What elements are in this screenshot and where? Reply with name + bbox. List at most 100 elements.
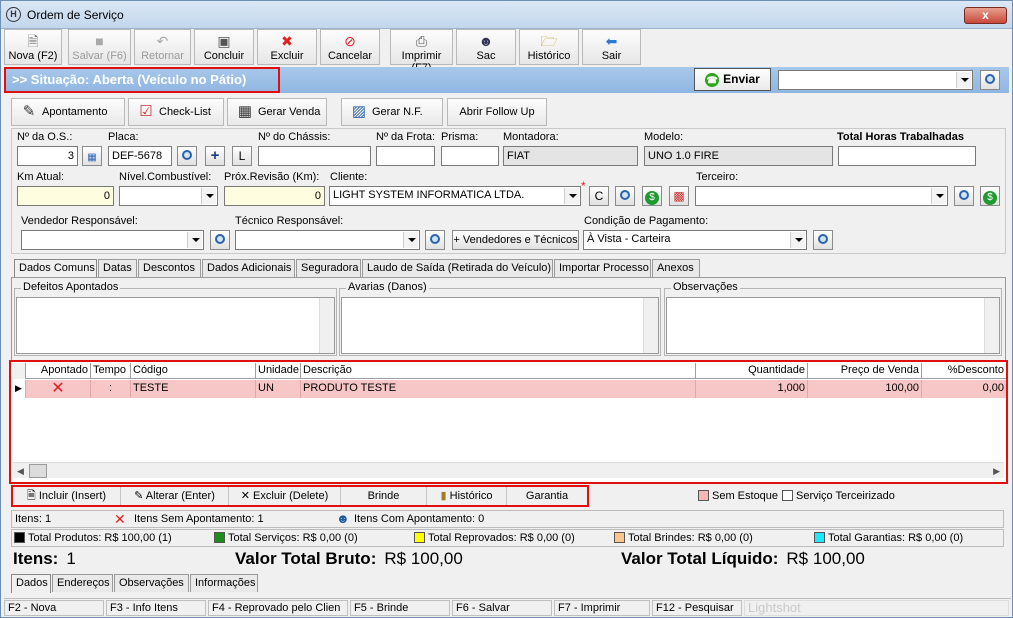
scroll-right-icon[interactable]: ▶ bbox=[993, 466, 1000, 477]
col-preco[interactable]: Preço de Venda bbox=[808, 363, 922, 379]
apontamento-button[interactable]: ✎ Apontamento bbox=[11, 98, 125, 126]
user-icon: ☻ bbox=[336, 511, 350, 526]
technician-search-button[interactable] bbox=[425, 230, 445, 250]
tab-importar-processo[interactable]: Importar Processo bbox=[554, 259, 651, 277]
generate-nf-button[interactable]: ▨ Gerar N.F. bbox=[341, 98, 443, 126]
client-select[interactable]: LIGHT SYSTEM INFORMATICA LTDA. bbox=[329, 186, 581, 206]
tab-datas[interactable]: Datas bbox=[98, 259, 137, 277]
title-bar: H Ordem de Serviço x bbox=[1, 1, 1012, 29]
tab-informacoes[interactable]: Informações bbox=[190, 574, 258, 592]
fuel-select[interactable] bbox=[119, 186, 218, 206]
exit-button[interactable]: ⬅ Sair bbox=[582, 29, 641, 65]
col-desconto[interactable]: %Desconto bbox=[922, 363, 1006, 379]
col-quantidade[interactable]: Quantidade bbox=[696, 363, 808, 379]
os-lookup-button[interactable]: ▦ bbox=[82, 146, 102, 166]
plate-search-button[interactable] bbox=[177, 146, 197, 166]
damage-memo[interactable] bbox=[341, 297, 659, 354]
col-descricao[interactable]: Descrição bbox=[301, 363, 696, 379]
payment-search-button[interactable] bbox=[813, 230, 833, 250]
conclude-button[interactable]: ▣ Concluir bbox=[194, 29, 254, 65]
km-field[interactable]: 0 bbox=[17, 186, 114, 206]
next-revision-field[interactable]: 0 bbox=[224, 186, 325, 206]
col-unidade[interactable]: Unidade bbox=[256, 363, 301, 379]
tab-anexos[interactable]: Anexos bbox=[652, 259, 700, 277]
col-tempo[interactable]: Tempo bbox=[91, 363, 131, 379]
hours-field[interactable] bbox=[838, 146, 976, 166]
seller-search-button[interactable] bbox=[210, 230, 230, 250]
print-button[interactable]: ⎙Imprimir (F7) bbox=[390, 29, 453, 74]
include-button[interactable]: 🗎 Incluir (Insert) bbox=[13, 487, 121, 505]
client-dollar-button[interactable]: $ bbox=[642, 186, 662, 206]
tab-laudo-saida[interactable]: Laudo de Saída (Retirada do Veículo) bbox=[362, 259, 553, 277]
col-codigo[interactable]: Código bbox=[131, 363, 256, 379]
car-icon: ▩ bbox=[673, 189, 685, 203]
fleet-field[interactable] bbox=[376, 146, 435, 166]
delete-button[interactable]: ✖ Excluir bbox=[257, 29, 317, 65]
search-icon bbox=[959, 190, 969, 200]
warranty-button[interactable]: Garantia bbox=[507, 487, 587, 505]
chevron-down-icon bbox=[931, 188, 946, 204]
client-vehicle-button[interactable]: ▩ bbox=[669, 186, 689, 206]
payment-select[interactable]: À Vista - Carteira bbox=[583, 230, 807, 250]
edit-icon: ✎ bbox=[134, 490, 146, 502]
scrollbar[interactable] bbox=[643, 298, 658, 353]
l-button[interactable]: L bbox=[232, 146, 252, 166]
gift-button[interactable]: Brinde bbox=[341, 487, 427, 505]
cancel-button[interactable]: ⊘ Cancelar bbox=[320, 29, 380, 65]
seller-select[interactable] bbox=[21, 230, 204, 250]
follow-up-button[interactable]: Abrir Follow Up bbox=[447, 98, 547, 126]
close-window-button[interactable]: x bbox=[964, 7, 1007, 24]
scroll-thumb[interactable] bbox=[29, 464, 47, 478]
chassis-field[interactable] bbox=[258, 146, 371, 166]
tab-observacoes[interactable]: Observações bbox=[114, 574, 189, 592]
payment-label: Condição de Pagamento: bbox=[584, 215, 709, 227]
item-history-button[interactable]: ▮ Histórico bbox=[427, 487, 507, 505]
delete-item-button[interactable]: ✕ Excluir (Delete) bbox=[229, 487, 341, 505]
scrollbar[interactable] bbox=[319, 298, 334, 353]
client-c-button[interactable]: C bbox=[589, 186, 609, 206]
return-button[interactable]: ↶ Retornar bbox=[134, 29, 191, 65]
items-grid: Apontado Tempo Código Unidade Descrição … bbox=[9, 360, 1008, 484]
sac-button[interactable]: ☻ Sac bbox=[456, 29, 516, 65]
scrollbar[interactable] bbox=[984, 298, 999, 353]
edit-button[interactable]: ✎ Alterar (Enter) bbox=[121, 487, 229, 505]
prism-field[interactable] bbox=[441, 146, 499, 166]
history-button[interactable]: 🗁 Histórico bbox=[519, 29, 579, 65]
sellers-technicians-button[interactable]: + Vendedores e Técnicos bbox=[452, 230, 579, 250]
tab-enderecos[interactable]: Endereços bbox=[52, 574, 113, 592]
tab-seguradora[interactable]: Seguradora bbox=[296, 259, 361, 277]
send-target-select[interactable] bbox=[778, 70, 973, 90]
save-button[interactable]: ■ Salvar (F6) bbox=[68, 29, 131, 65]
manufacturer-label: Montadora: bbox=[503, 131, 559, 143]
third-party-search-button[interactable] bbox=[954, 186, 974, 206]
client-search-button[interactable] bbox=[615, 186, 635, 206]
generate-sale-button[interactable]: ▦ Gerar Venda bbox=[227, 98, 327, 126]
new-button[interactable]: 🗎 Nova (F2) bbox=[4, 29, 62, 65]
scroll-left-icon[interactable]: ◀ bbox=[17, 466, 24, 477]
checklist-button[interactable]: ☑ Check-List bbox=[128, 98, 224, 126]
tab-dados-comuns[interactable]: Dados Comuns bbox=[14, 259, 97, 278]
send-search-button[interactable] bbox=[980, 70, 1000, 90]
technician-select[interactable] bbox=[235, 230, 420, 250]
send-whatsapp-button[interactable]: ☎ Enviar bbox=[694, 68, 771, 91]
tab-dados[interactable]: Dados bbox=[11, 574, 51, 593]
add-vehicle-button[interactable]: + bbox=[205, 146, 225, 166]
table-row[interactable]: ▶ ✕ : TESTE UN PRODUTO TESTE 1,000 100,0… bbox=[13, 380, 1006, 398]
plate-field[interactable]: DEF-5678 bbox=[108, 146, 172, 166]
dollar-icon: $ bbox=[983, 191, 997, 205]
third-party-dollar-button[interactable]: $ bbox=[980, 186, 1000, 206]
items-with-pointing: Itens Com Apontamento: 0 bbox=[354, 513, 485, 525]
search-icon bbox=[182, 150, 192, 160]
tab-descontos[interactable]: Descontos bbox=[138, 259, 201, 277]
horizontal-scrollbar[interactable]: ◀ ▶ bbox=[13, 462, 1004, 478]
notes-memo[interactable] bbox=[666, 297, 1000, 354]
os-number-field[interactable]: 3 bbox=[17, 146, 78, 166]
defects-memo[interactable] bbox=[16, 297, 335, 354]
undo-icon: ↶ bbox=[156, 33, 169, 49]
lightshot-watermark: Lightshot bbox=[744, 600, 1009, 616]
search-icon bbox=[818, 234, 828, 244]
third-party-select[interactable] bbox=[695, 186, 948, 206]
col-apontado[interactable]: Apontado bbox=[26, 363, 91, 379]
tab-dados-adicionais[interactable]: Dados Adicionais bbox=[202, 259, 295, 277]
chevron-down-icon bbox=[790, 232, 805, 248]
